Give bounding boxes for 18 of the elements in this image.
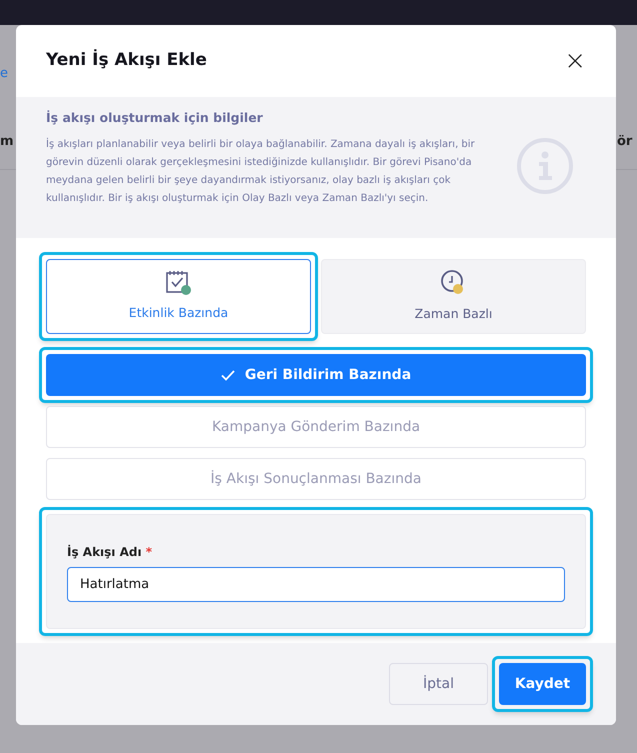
event-source-option[interactable]: Geri Bildirim Bazında: [46, 354, 586, 396]
info-text: İş akışları planlanabilir veya belirli bir olaya bağlanabilir. Zamana dayalı iş akışları, bir görevin düzenli olarak gerçekleşmesini istediğinizde kullanışlıdır. Bir görevi Pisano'da meydana gelen belirli bir şeye dayandırmak istiyorsanız, olay bazlı iş akışları çok kullanışlıdır. Bir iş akışı oluşturmak için Olay Bazlı veya Zaman Bazlı'yı seçin.: [46, 136, 476, 206]
calendar-check-icon: [164, 270, 192, 296]
close-button[interactable]: ×: [564, 48, 586, 74]
event-source-option[interactable]: Kampanya Gönderim Bazında: [46, 406, 586, 448]
trigger-type-tile[interactable]: Etkinlik Bazında: [46, 259, 311, 334]
trigger-type-tile[interactable]: Zaman Bazlı: [321, 259, 586, 334]
link-fragment: e: [0, 65, 8, 83]
check-icon: [220, 370, 235, 380]
event-source-option[interactable]: İş Akışı Sonuçlanması Bazında: [46, 458, 586, 500]
info-title: İş akışı oluşturmak için bilgiler: [46, 109, 264, 127]
column-header-fragment: m: [0, 133, 14, 151]
name-input[interactable]: Hatırlatma: [67, 567, 565, 602]
cancel-button[interactable]: İptal: [389, 663, 488, 705]
column-header-fragment: ör: [617, 133, 632, 151]
save-button[interactable]: Kaydet: [499, 663, 586, 705]
field-label: İş Akışı Adı *: [67, 544, 154, 561]
dialog-title: Yeni İş Akışı Ekle: [46, 48, 207, 72]
